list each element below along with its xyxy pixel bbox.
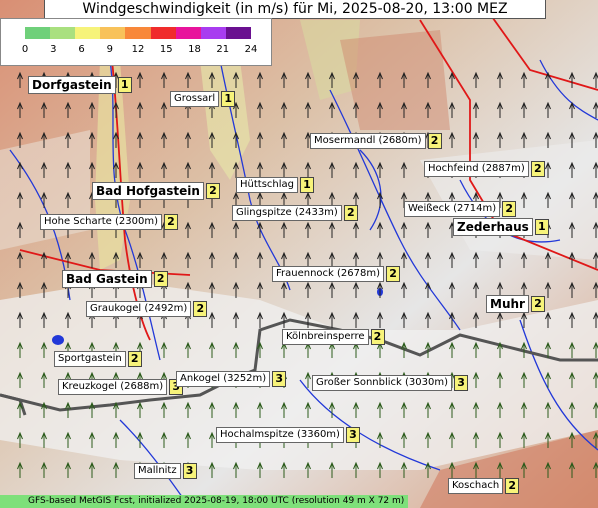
wind-value-badge: 1 xyxy=(534,219,549,235)
place-marker: Kreuzkogel (2688m)3 xyxy=(58,379,185,395)
legend-segment xyxy=(75,27,101,39)
legend-segment xyxy=(100,27,126,39)
legend-tick: 3 xyxy=(50,44,57,55)
place-label: Weißeck (2714m) xyxy=(404,201,501,217)
place-marker: Mosermandl (2680m) 2 xyxy=(310,133,444,149)
wind-value-badge: 3 xyxy=(345,427,360,443)
place-label: Graukogel (2492m) xyxy=(86,301,192,317)
wind-value-badge: 3 xyxy=(272,371,287,387)
place-label: Hüttschlag xyxy=(236,177,298,193)
place-marker: Frauennock (2678m) 2 xyxy=(272,266,402,282)
place-label: Frauennock (2678m) xyxy=(272,266,385,282)
place-label: Mosermandl (2680m) xyxy=(310,133,426,149)
legend-segment xyxy=(50,27,76,39)
legend-segment xyxy=(225,27,252,39)
wind-value-badge: 2 xyxy=(370,329,385,345)
legend-segment xyxy=(175,27,202,39)
place-marker: Zederhaus 1 xyxy=(453,218,551,236)
place-label: Hohe Scharte (2300m) xyxy=(40,214,162,230)
place-marker: Koschach 2 xyxy=(448,478,521,494)
wind-value-badge: 2 xyxy=(427,133,442,149)
place-label: Großer Sonnblick (3030m) xyxy=(312,375,453,391)
place-marker: Bad Hofgastein 2 xyxy=(92,182,222,200)
legend-tick: 0 xyxy=(21,44,29,55)
wind-value-badge: 3 xyxy=(454,375,469,391)
map-title: Windgeschwindigkeit (in m/s) für Mi, 202… xyxy=(44,0,546,19)
place-marker: Mallnitz 3 xyxy=(134,463,199,479)
place-label: Hochalmspitze (3360m) xyxy=(216,427,344,443)
wind-value-badge: 2 xyxy=(502,201,517,217)
place-label: Bad Gastein xyxy=(62,270,152,288)
wind-value-badge: 1 xyxy=(117,77,132,93)
place-label: Zederhaus xyxy=(453,218,533,236)
wind-value-badge: 2 xyxy=(153,271,168,287)
wind-value-badge: 2 xyxy=(205,183,220,199)
place-marker: Kölnbreinsperre 2 xyxy=(282,329,387,345)
place-marker: Dorfgastein 1 xyxy=(28,76,134,94)
wind-legend: 0 3 6 9 12 15 18 21 24 xyxy=(0,18,272,66)
legend-tick: 9 xyxy=(106,44,113,55)
place-marker: Hohe Scharte (2300m) 2 xyxy=(40,214,180,230)
wind-value-badge: 2 xyxy=(193,301,208,317)
place-label: Sportgastein xyxy=(54,351,126,367)
place-marker: Grossarl 1 xyxy=(170,91,237,107)
legend-segment xyxy=(25,27,51,39)
wind-value-badge: 3 xyxy=(182,463,197,479)
place-marker: Glingspitze (2433m) 2 xyxy=(232,205,360,221)
wind-value-badge: 1 xyxy=(300,177,314,193)
snow-area-west xyxy=(0,130,90,250)
legend-segment xyxy=(200,27,227,39)
place-marker: Muhr 2 xyxy=(486,295,547,313)
place-marker: Großer Sonnblick (3030m) 3 xyxy=(312,375,470,391)
place-label: Grossarl xyxy=(170,91,220,107)
place-label: Kreuzkogel (2688m) xyxy=(58,379,168,395)
legend-segment xyxy=(125,27,152,39)
legend-colorbar xyxy=(25,27,252,39)
place-label: Ankogel (3252m) xyxy=(176,371,271,387)
legend-segment xyxy=(150,27,177,39)
place-label: Kölnbreinsperre xyxy=(282,329,369,345)
wind-value-badge: 2 xyxy=(505,478,520,494)
place-label: Bad Hofgastein xyxy=(92,182,204,200)
wind-value-badge: 2 xyxy=(127,351,142,367)
legend-tick: 18 xyxy=(188,44,201,55)
wind-value-badge: 2 xyxy=(530,161,545,177)
place-label: Mallnitz xyxy=(134,463,181,479)
place-label: Koschach xyxy=(448,478,504,494)
legend-tick: 21 xyxy=(216,44,230,55)
wind-value-badge: 2 xyxy=(343,205,358,221)
place-label: Muhr xyxy=(486,295,529,313)
place-marker: Hochfeind (2887m) 2 xyxy=(424,161,547,177)
forecast-footer: GFS-based MetGIS Fcst, initialized 2025-… xyxy=(0,495,408,508)
place-marker: Graukogel (2492m) 2 xyxy=(86,301,209,317)
wind-value-badge: 2 xyxy=(163,214,178,230)
legend-tick: 15 xyxy=(159,44,173,55)
place-marker: Ankogel (3252m) 3 xyxy=(176,371,288,387)
place-label: Dorfgastein xyxy=(28,76,116,94)
place-marker: Hochalmspitze (3360m) 3 xyxy=(216,427,362,443)
wind-value-badge: 2 xyxy=(386,266,401,282)
wind-value-badge: 2 xyxy=(530,296,545,312)
legend-tick: 24 xyxy=(244,44,258,55)
place-marker: Weißeck (2714m) 2 xyxy=(404,201,518,217)
wind-value-badge: 1 xyxy=(221,91,236,107)
place-marker: Bad Gastein 2 xyxy=(62,270,170,288)
legend-tick: 6 xyxy=(78,44,85,55)
place-label: Hochfeind (2887m) xyxy=(424,161,529,177)
lake xyxy=(52,335,64,345)
place-label: Glingspitze (2433m) xyxy=(232,205,342,221)
legend-tick: 12 xyxy=(131,44,145,55)
place-marker: Sportgastein 2 xyxy=(54,351,144,367)
place-marker: Hüttschlag 1 xyxy=(236,177,316,193)
